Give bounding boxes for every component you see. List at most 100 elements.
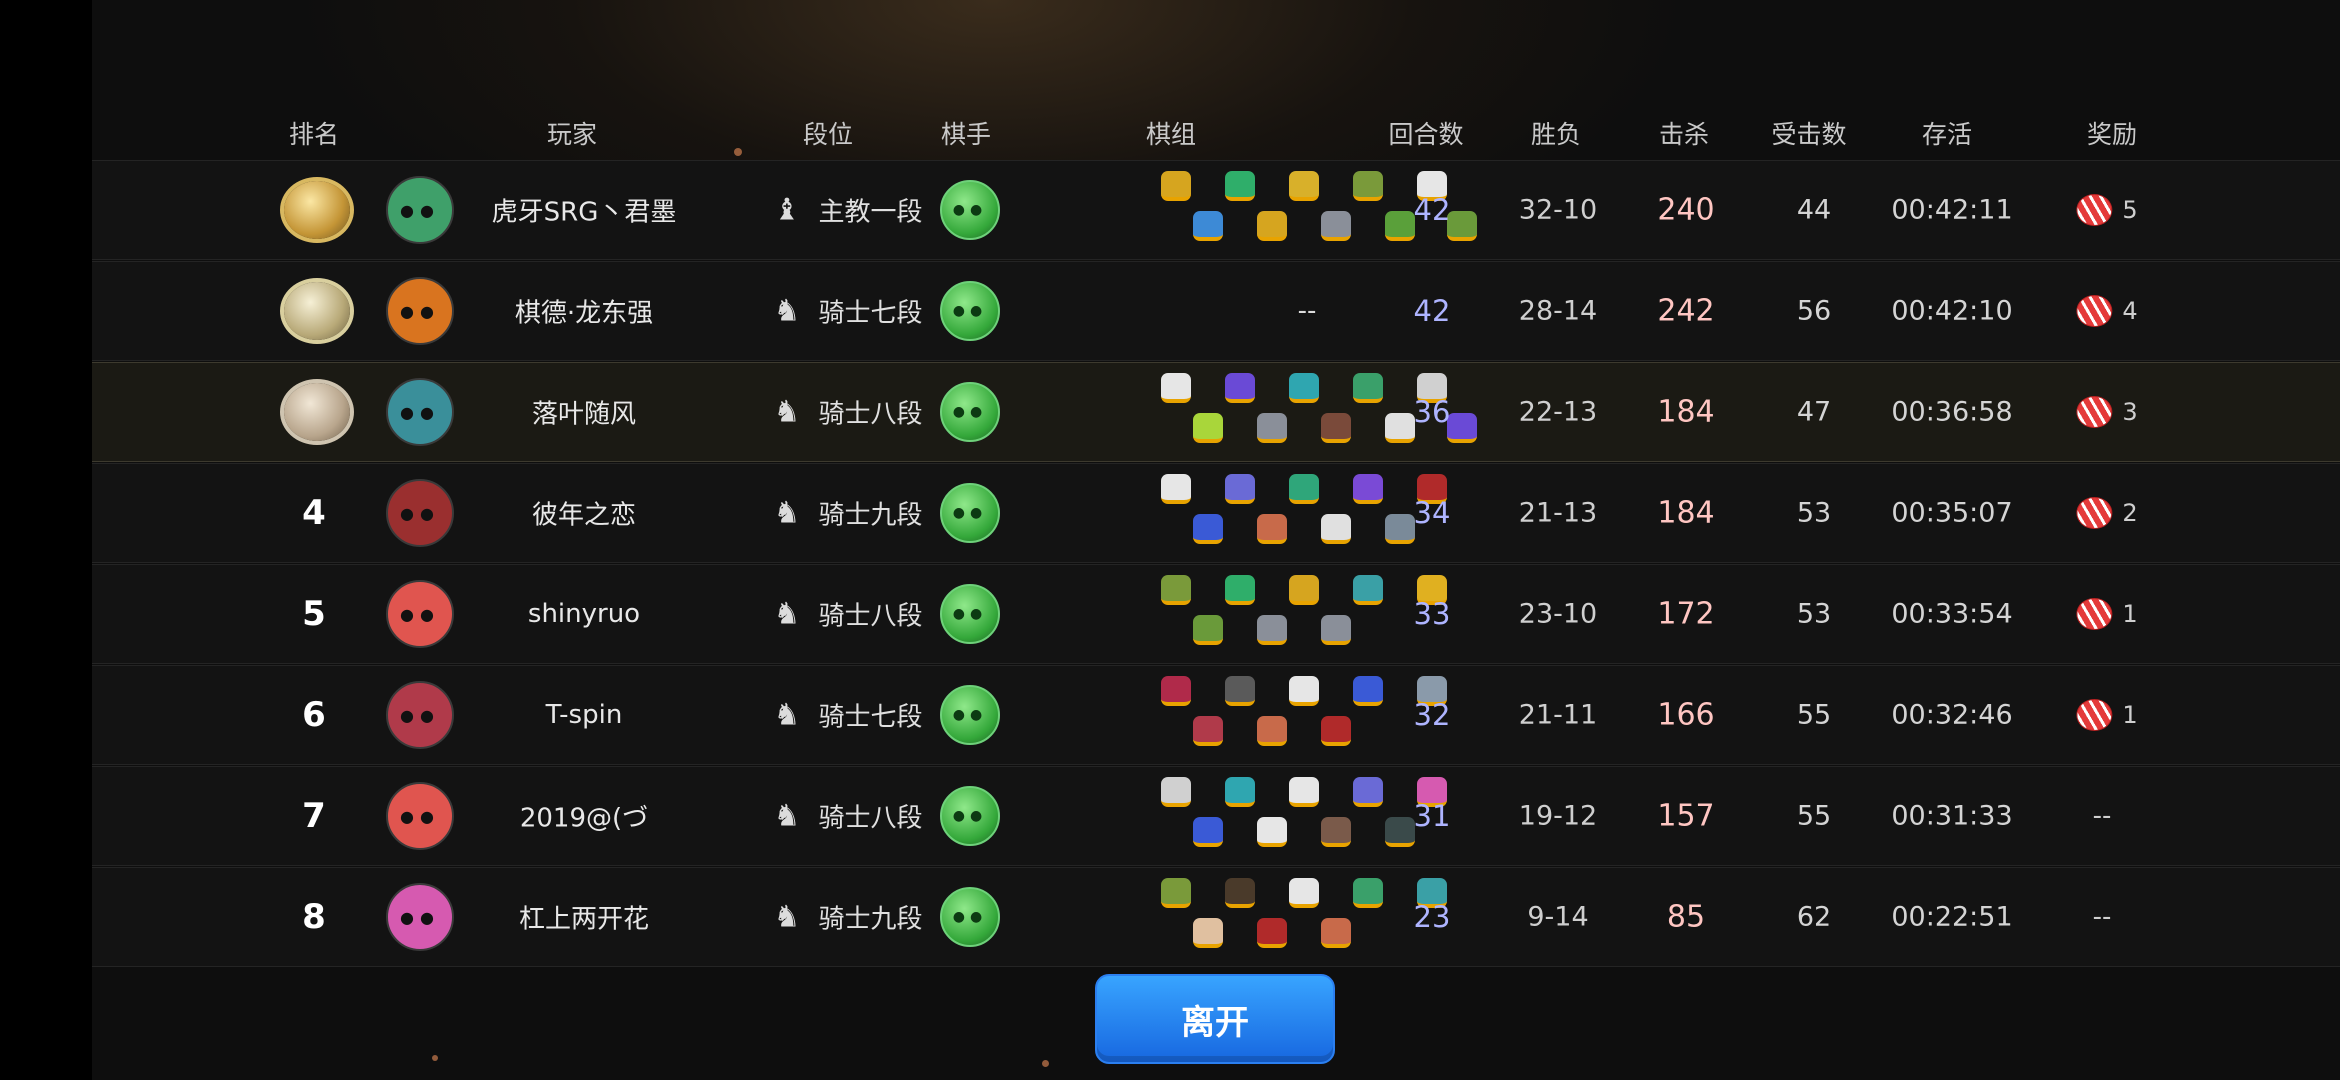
knight-icon: ♞ <box>773 798 801 834</box>
reward-empty: -- <box>2092 801 2112 831</box>
player-avatar[interactable]: ●● <box>386 782 454 850</box>
hits-taken-value: 62 <box>1796 901 1832 933</box>
rank-medal-icon <box>284 181 350 239</box>
reward-ball-icon <box>2076 194 2113 226</box>
col-win-loss: 胜负 <box>1530 120 1582 149</box>
tier-label: 骑士九段 <box>818 904 923 935</box>
chess-piece-icon <box>1257 615 1287 645</box>
kills-value: 85 <box>1666 899 1706 935</box>
chess-piece-icon <box>1353 676 1383 706</box>
tier: ♞ 骑士七段 <box>774 293 923 330</box>
chess-player-icon[interactable]: ●● <box>940 483 1000 543</box>
player-name[interactable]: 虎牙SRG丶君墨 <box>492 192 677 229</box>
chess-player-icon[interactable]: ●● <box>940 281 1000 341</box>
col-reward: 奖励 <box>2086 120 2138 149</box>
reward: 1 <box>2076 699 2138 731</box>
chess-piece-icon <box>1193 716 1223 746</box>
chess-piece-icon <box>1193 211 1223 241</box>
col-survival: 存活 <box>1921 120 1973 149</box>
tier: ♞ 骑士八段 <box>774 596 923 633</box>
player-avatar[interactable]: ●● <box>386 378 454 446</box>
rounds-value: 33 <box>1413 597 1451 631</box>
tier: ♞ 骑士九段 <box>774 495 923 532</box>
rank-number: 5 <box>302 594 326 634</box>
player-avatar[interactable]: ●● <box>386 176 454 244</box>
player-avatar[interactable]: ●● <box>386 681 454 749</box>
col-kills: 击杀 <box>1658 120 1710 149</box>
chess-piece-icon <box>1161 373 1191 403</box>
hits-taken-value: 47 <box>1796 396 1832 428</box>
kills-value: 242 <box>1657 293 1715 329</box>
reward: 3 <box>2076 396 2138 428</box>
player-avatar[interactable]: ●● <box>386 580 454 648</box>
rank-medal-icon <box>284 282 350 340</box>
col-chess-player: 棋手 <box>940 120 992 149</box>
player-name[interactable]: 棋德·龙东强 <box>515 293 653 330</box>
tier: ♞ 骑士九段 <box>774 899 923 936</box>
knight-icon: ♞ <box>773 293 801 329</box>
chess-piece-icon <box>1289 878 1319 908</box>
chess-piece-icon <box>1353 575 1383 605</box>
col-rounds: 回合数 <box>1388 120 1464 149</box>
table-row: 8 ●● 杠上两开花 ♞ 骑士九段 ●● 23 9-14 85 62 00:22:51 -- <box>92 867 2340 967</box>
player-avatar[interactable]: ●● <box>386 277 454 345</box>
kills-value: 166 <box>1657 697 1715 733</box>
chess-piece-icon <box>1321 918 1351 948</box>
hits-taken-value: 55 <box>1796 800 1832 832</box>
chess-piece-icon <box>1289 777 1319 807</box>
chess-player-icon[interactable]: ●● <box>940 584 1000 644</box>
player-avatar[interactable]: ●● <box>386 883 454 951</box>
chess-player-icon[interactable]: ●● <box>940 887 1000 947</box>
reward: 5 <box>2076 194 2138 226</box>
col-lineup: 棋组 <box>1145 120 1197 149</box>
player-name[interactable]: shinyruo <box>528 599 640 629</box>
win-loss-value: 23-10 <box>1518 598 1598 630</box>
chess-piece-icon <box>1385 514 1415 544</box>
player-name[interactable]: 落叶随风 <box>532 394 636 431</box>
knight-icon: ♞ <box>773 596 801 632</box>
reward-count: 3 <box>2122 398 2138 426</box>
win-loss-value: 32-10 <box>1518 194 1598 226</box>
chess-player-icon[interactable]: ●● <box>940 382 1000 442</box>
chess-piece-icon <box>1193 918 1223 948</box>
chess-piece-icon <box>1289 676 1319 706</box>
survival-value: 00:42:10 <box>1891 295 2013 327</box>
chess-player-icon[interactable]: ●● <box>940 685 1000 745</box>
win-loss-value: 19-12 <box>1518 800 1598 832</box>
survival-value: 00:42:11 <box>1891 194 2013 226</box>
win-loss-value: 21-13 <box>1518 497 1598 529</box>
col-hits-taken: 受击数 <box>1771 120 1847 149</box>
rounds-value: 23 <box>1413 900 1451 934</box>
rounds-value: 34 <box>1413 496 1451 530</box>
col-tier: 段位 <box>802 120 854 149</box>
rank-number: 7 <box>302 796 326 836</box>
player-name[interactable]: 2019@(づ <box>520 798 648 835</box>
leave-button[interactable]: 离开 <box>1095 974 1335 1064</box>
chess-player-icon[interactable]: ●● <box>940 180 1000 240</box>
rounds-value: 32 <box>1413 698 1451 732</box>
chess-piece-icon <box>1193 615 1223 645</box>
chess-piece-icon <box>1321 413 1351 443</box>
knight-icon: ♞ <box>773 394 801 430</box>
tier-label: 骑士八段 <box>818 803 923 834</box>
table-row: 7 ●● 2019@(づ ♞ 骑士八段 ●● 31 19-12 157 55 00:31:33 -- <box>92 766 2340 866</box>
chess-player-icon[interactable]: ●● <box>940 786 1000 846</box>
knight-icon: ♞ <box>773 495 801 531</box>
tier-label: 骑士九段 <box>818 500 923 531</box>
player-name[interactable]: 杠上两开花 <box>519 899 649 936</box>
kills-value: 184 <box>1657 394 1715 430</box>
player-name[interactable]: 彼年之恋 <box>532 495 636 532</box>
tier: ♞ 骑士八段 <box>774 394 923 431</box>
player-name[interactable]: T-spin <box>546 700 623 730</box>
reward-empty: -- <box>2092 902 2112 932</box>
rank-number: 4 <box>302 493 326 533</box>
table-row: 6 ●● T-spin ♞ 骑士七段 ●● 32 21-11 166 55 00:32:46 1 <box>92 665 2340 765</box>
chess-piece-icon <box>1321 817 1351 847</box>
lineup-empty: -- <box>1297 296 1317 326</box>
hits-taken-value: 44 <box>1796 194 1832 226</box>
chess-piece-icon <box>1321 716 1351 746</box>
chess-piece-icon <box>1257 716 1287 746</box>
kills-value: 172 <box>1657 596 1715 632</box>
player-avatar[interactable]: ●● <box>386 479 454 547</box>
reward-ball-icon <box>2076 295 2113 327</box>
